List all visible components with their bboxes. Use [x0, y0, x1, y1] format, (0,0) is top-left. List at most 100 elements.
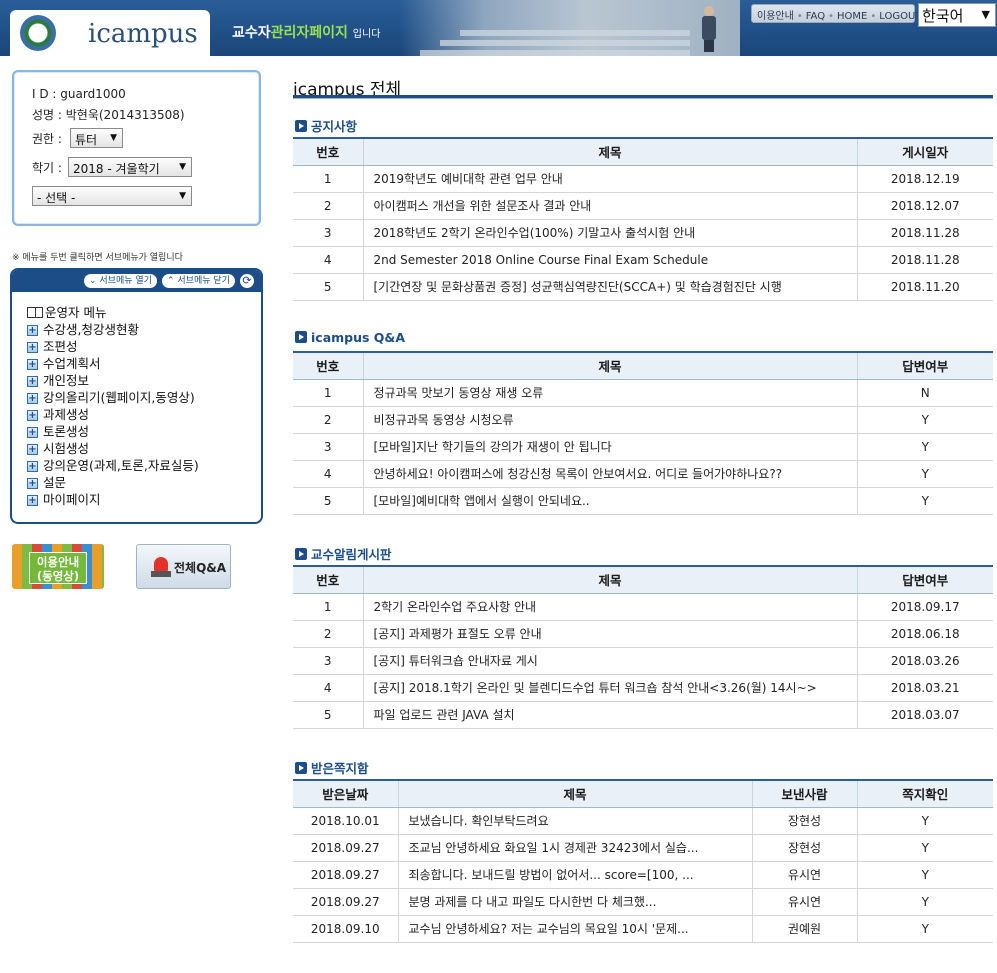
row-sender: 유시연 — [752, 888, 858, 916]
logo[interactable]: icampus — [10, 10, 210, 56]
row-title-link[interactable]: 안녕하세요! 아이캠퍼스에 청강신청 목록이 안보여서요. 어디로 들어가야하나… — [363, 460, 858, 488]
chevron-down-icon: ▼ — [110, 133, 117, 143]
qna-section-title[interactable]: icampus Q&A — [295, 330, 405, 345]
menu-item-create-assignment[interactable]: + 과제생성 — [27, 406, 199, 423]
row-number: 3 — [293, 433, 364, 461]
row-title-link[interactable]: [공지] 과제평가 표절도 오류 안내 — [363, 620, 858, 648]
board-table: 번호 제목 답변여부 1 2학기 온라인수업 주요사항 안내 2018.09.17 … — [293, 565, 993, 729]
table-row: 2 비정규과목 동영상 시청오류 Y — [293, 406, 993, 434]
admin-menu: ⌄ 서브메뉴 열기 ⌃ 서브메뉴 닫기 ⟳ 운영자 메뉴 + 수강생,청강생현황 … — [10, 268, 263, 524]
notice-section-title[interactable]: 공지사항 — [295, 116, 357, 135]
all-qna-button[interactable]: 전체Q&A — [136, 544, 231, 589]
row-title-link[interactable]: 정규과목 맛보기 동영상 재생 오류 — [363, 379, 858, 407]
menu-item-syllabus[interactable]: + 수업계획서 — [27, 355, 199, 372]
column-header: 답변여부 — [856, 565, 993, 594]
menu-item-label: 시험생성 — [43, 441, 90, 456]
language-value: 한국어 — [922, 7, 964, 25]
row-answered: Y — [857, 406, 993, 434]
role-select[interactable]: 튜터 ▼ — [70, 128, 123, 148]
row-title-link[interactable]: [모바일]예비대학 앱에서 실행이 안되네요.. — [363, 487, 858, 515]
menu-item-students[interactable]: + 수강생,청강생현황 — [27, 321, 199, 338]
row-number: 4 — [293, 246, 364, 274]
menu-item-create-exam[interactable]: + 시험생성 — [27, 440, 199, 457]
table-header-row: 번호 제목 답변여부 — [293, 565, 993, 594]
table-row: 2018.10.01 보냈습니다. 확인부탁드려요 장현성 Y — [293, 807, 993, 835]
row-title-link[interactable]: 죄송합니다. 보내드릴 방법이 없어서... score=[100, ... — [398, 861, 753, 889]
top-links: 이용안내 • FAQ • HOME • LOGOUT — [751, 4, 921, 23]
column-header: 제목 — [362, 351, 858, 380]
language-select[interactable]: 한국어 ▼ — [918, 3, 996, 27]
row-read-status: Y — [857, 807, 993, 835]
row-title-link[interactable]: 파일 업로드 관련 JAVA 설치 — [363, 701, 858, 729]
row-title-link[interactable]: 2019학년도 예비대학 관련 업무 안내 — [363, 165, 858, 193]
row-date: 2018.09.17 — [857, 593, 993, 621]
row-title-link[interactable]: [모바일]지난 학기들의 강의가 재생이 안 됩니다 — [363, 433, 858, 461]
inbox-section-title[interactable]: 받은쪽지함 — [295, 758, 369, 777]
row-number: 5 — [293, 487, 364, 515]
expand-plus-icon: + — [27, 427, 38, 438]
row-date: 2018.09.27 — [293, 834, 399, 862]
row-date: 2018.11.28 — [857, 246, 993, 274]
menu-item-survey[interactable]: + 설문 — [27, 474, 199, 491]
course-select[interactable]: - 선택 - ▼ — [32, 186, 192, 206]
menu-item-create-discussion[interactable]: + 토론생성 — [27, 423, 199, 440]
table-row: 2018.09.27 조교님 안녕하세요 화요일 1시 경제관 32423에서 실… — [293, 834, 993, 862]
row-title-link[interactable]: 아이캠퍼스 개선을 위한 설문조사 결과 안내 — [363, 192, 858, 220]
table-row: 4 2nd Semester 2018 Online Course Final E… — [293, 246, 993, 274]
slogan-prefix: 교수자 — [232, 25, 271, 41]
menu-item-profile[interactable]: + 개인정보 — [27, 372, 199, 389]
row-number: 5 — [293, 701, 364, 729]
header-slogan: 교수자관리자페이지 입니다 — [232, 22, 380, 42]
row-title-link[interactable]: 교수님 안녕하세요? 저는 교수님의 목요일 10시 '문제... — [398, 915, 753, 943]
term-select[interactable]: 2018 - 겨울학기 ▼ — [68, 157, 192, 177]
submenu-open-label: 서브메뉴 열기 — [99, 276, 152, 286]
menu-root[interactable]: 운영자 메뉴 — [27, 304, 199, 321]
row-date: 2018.09.10 — [293, 915, 399, 943]
row-read-status: Y — [857, 915, 993, 943]
column-header: 번호 — [293, 351, 364, 380]
qna-title-text: icampus Q&A — [311, 330, 405, 345]
chevron-down-icon: ▼ — [179, 191, 186, 201]
menu-item-label: 강의올리기(웹페이지,동영상) — [43, 390, 195, 405]
menu-item-label: 조편성 — [43, 339, 78, 354]
slogan-suffix: 입니다 — [352, 29, 381, 40]
row-date: 2018.09.27 — [293, 888, 399, 916]
top-link-home[interactable]: HOME — [837, 11, 867, 22]
table-row: 5 [모바일]예비대학 앱에서 실행이 안되네요.. Y — [293, 487, 993, 515]
user-info-box: I D : guard1000 성명 : 박현욱(2014313508) 권한 … — [12, 70, 261, 226]
board-section-title[interactable]: 교수알림게시판 — [295, 544, 392, 563]
submenu-open-button[interactable]: ⌄ 서브메뉴 열기 — [84, 274, 157, 288]
university-emblem-icon — [20, 15, 56, 51]
usage-guide-video-button[interactable]: 이용안내 (동영상) — [12, 544, 104, 589]
board-title-text: 교수알림게시판 — [311, 547, 392, 562]
row-title-link[interactable]: 2018학년도 2학기 온라인수업(100%) 기말고사 출석시험 안내 — [363, 219, 858, 247]
row-title-link[interactable]: 보냈습니다. 확인부탁드려요 — [398, 807, 753, 835]
row-date: 2018.03.21 — [857, 674, 993, 702]
refresh-icon[interactable]: ⟳ — [240, 274, 254, 288]
inbox-title-text: 받은쪽지함 — [311, 761, 369, 776]
menu-item-course-management[interactable]: + 강의운영(과제,토론,자료실등) — [27, 457, 199, 474]
top-link-faq[interactable]: FAQ — [806, 11, 825, 22]
title-rule — [293, 95, 993, 99]
row-title-link[interactable]: 2nd Semester 2018 Online Course Final Ex… — [363, 246, 858, 274]
submenu-close-button[interactable]: ⌃ 서브메뉴 닫기 — [162, 274, 235, 288]
row-title-link[interactable]: 2학기 온라인수업 주요사항 안내 — [363, 593, 858, 621]
top-link-guide[interactable]: 이용안내 — [757, 11, 794, 22]
menu-item-groups[interactable]: + 조편성 — [27, 338, 199, 355]
table-row: 2018.09.10 교수님 안녕하세요? 저는 교수님의 목요일 10시 '문제… — [293, 915, 993, 943]
role-value: 튜터 — [75, 133, 98, 147]
qna-table: 번호 제목 답변여부 1 정규과목 맛보기 동영상 재생 오류 N 2 비정규과목 동… — [293, 351, 993, 515]
row-title-link[interactable]: 비정규과목 동영상 시청오류 — [363, 406, 858, 434]
top-link-logout[interactable]: LOGOUT — [879, 11, 921, 22]
menu-item-mypage[interactable]: + 마이페이지 — [27, 491, 199, 508]
row-title-link[interactable]: [공지] 튜터워크숍 안내자료 게시 — [363, 647, 858, 675]
menu-item-upload-lecture[interactable]: + 강의올리기(웹페이지,동영상) — [27, 389, 199, 406]
row-title-link[interactable]: [공지] 2018.1학기 온라인 및 블렌디드수업 튜터 워크숍 참석 안내<… — [363, 674, 858, 702]
row-title-link[interactable]: 조교님 안녕하세요 화요일 1시 경제관 32423에서 실습... — [398, 834, 753, 862]
column-header: 게시일자 — [856, 137, 993, 166]
row-title-link[interactable]: 분명 과제를 다 내고 파일도 다시한번 다 체크했... — [398, 888, 753, 916]
row-title-link[interactable]: [기간연장 및 문화상품권 증정] 성균핵심역량진단(SCCA+) 및 학습경험… — [363, 273, 858, 301]
header-classroom-photo — [400, 0, 740, 56]
menu-root-label: 운영자 메뉴 — [45, 305, 107, 320]
course-value: - 선택 - — [37, 191, 76, 205]
